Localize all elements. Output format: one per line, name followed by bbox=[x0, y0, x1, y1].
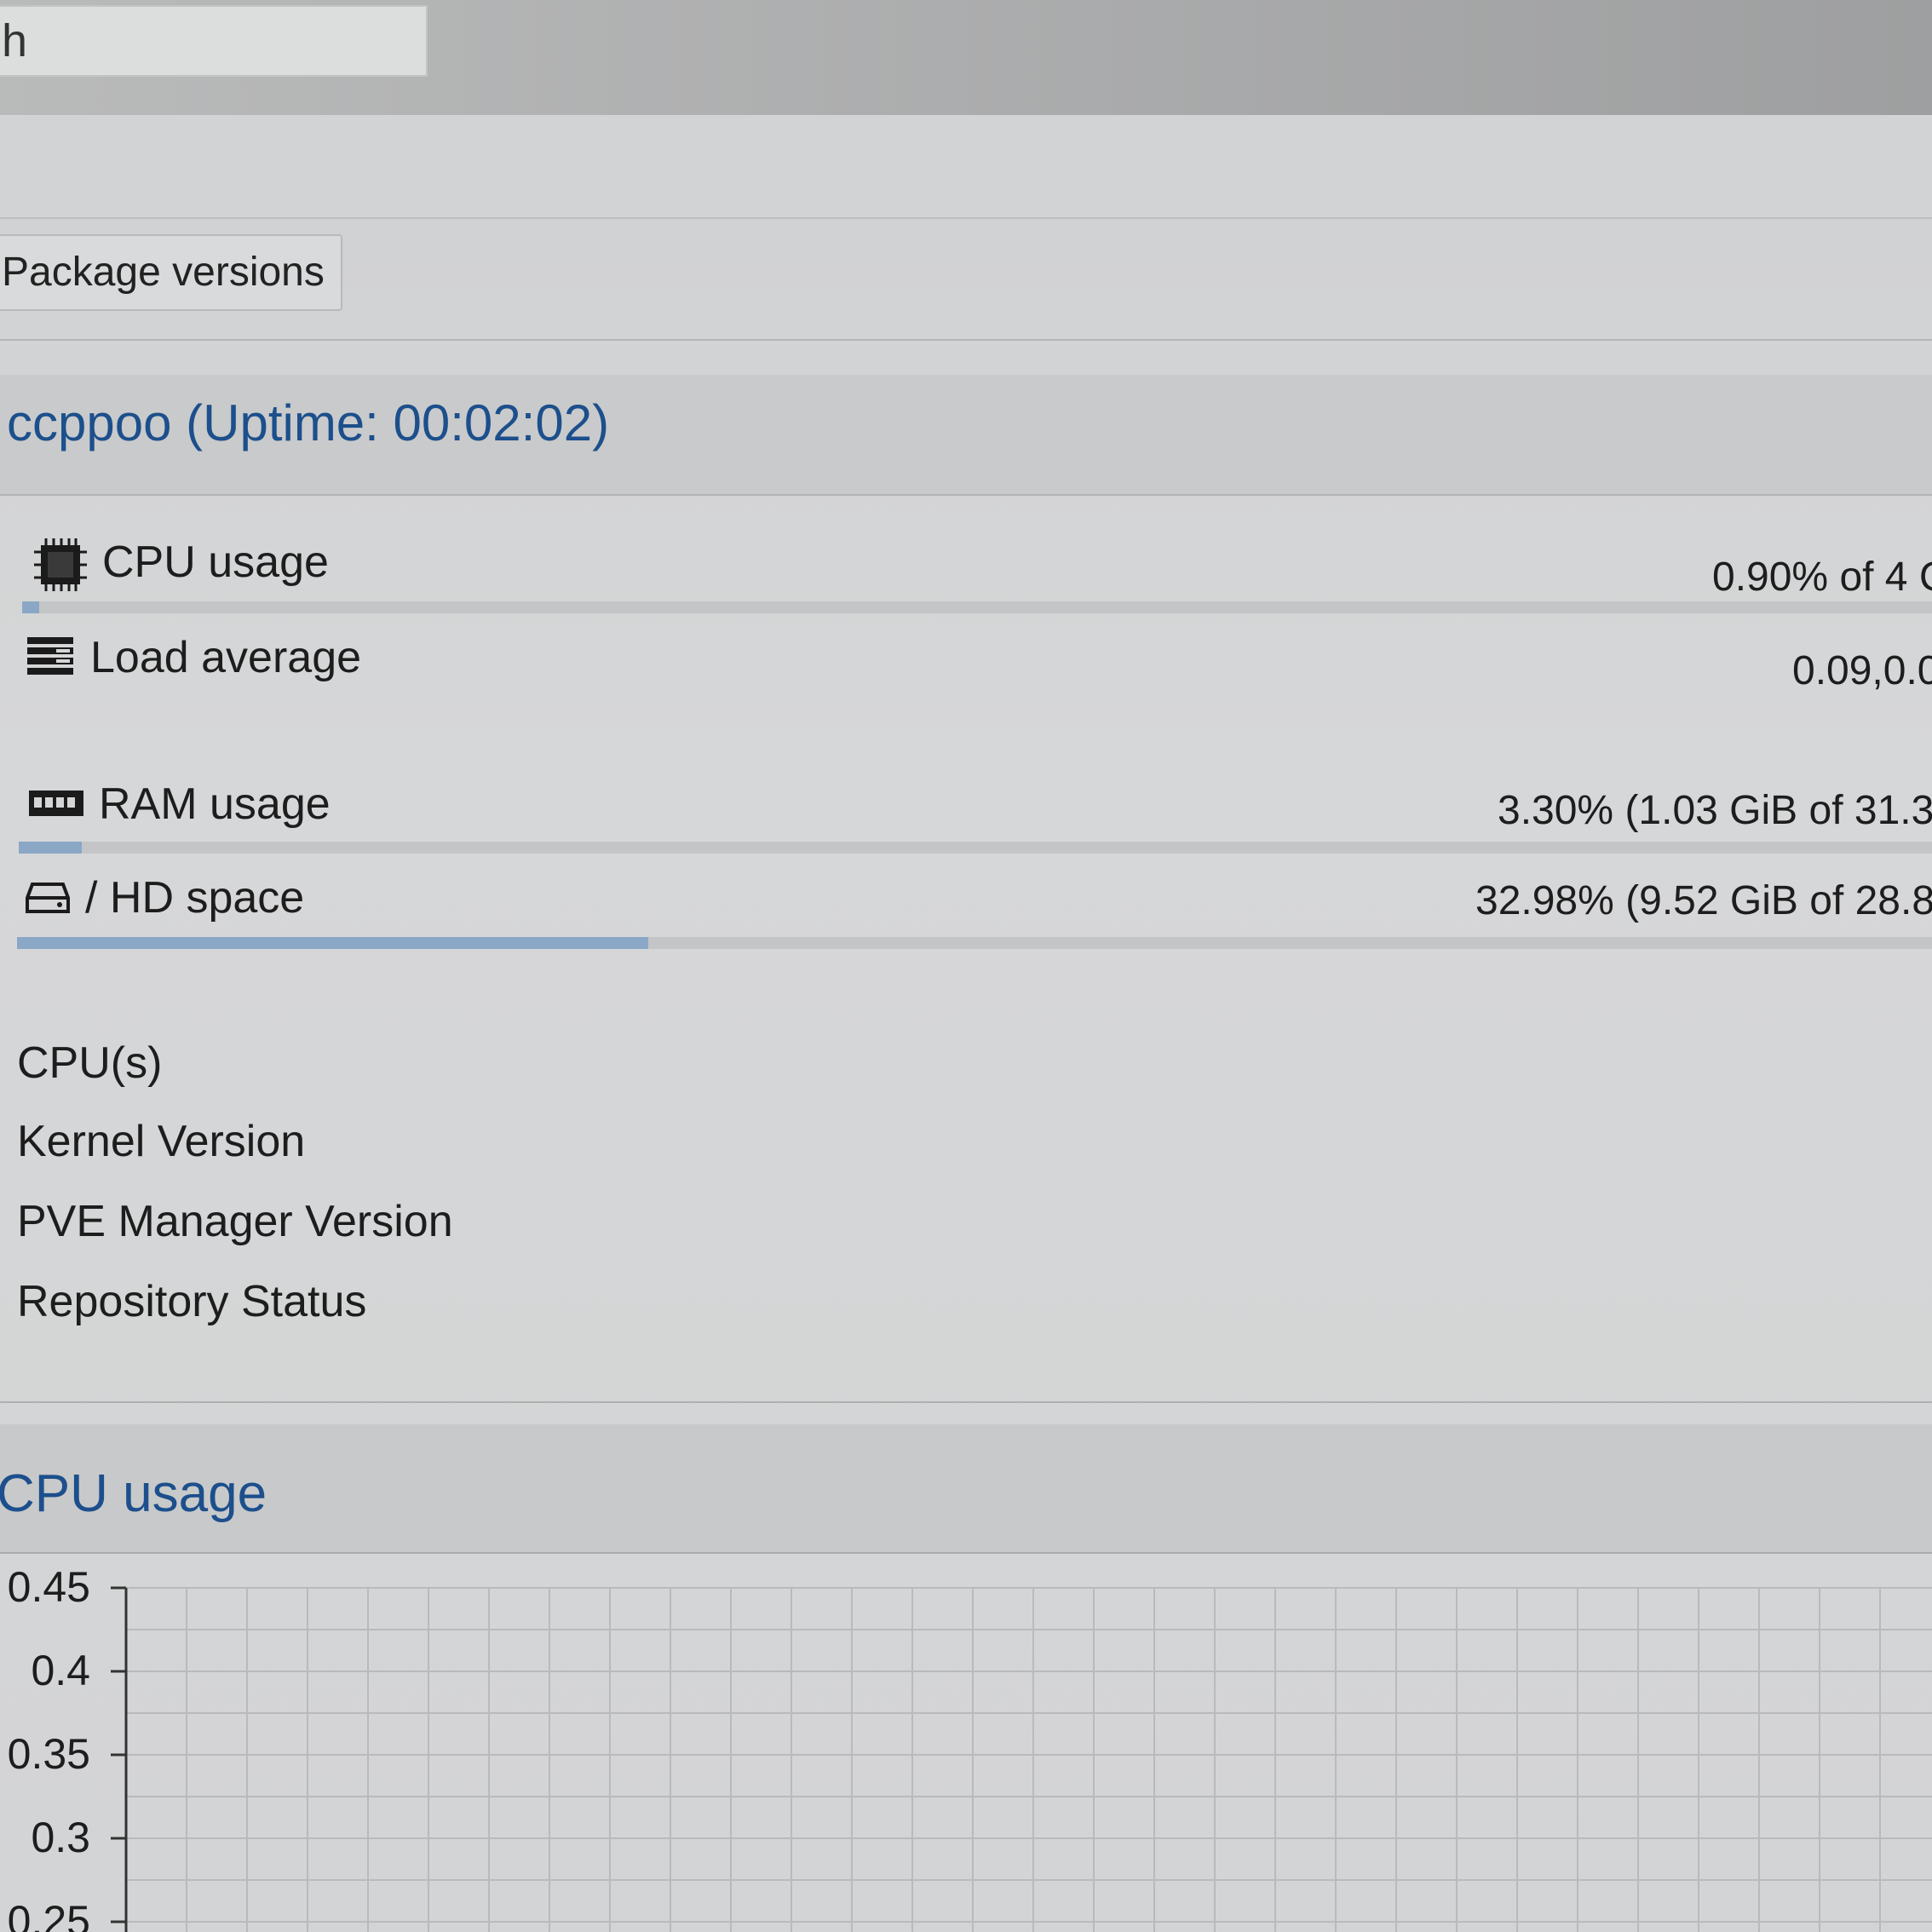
cpu-chart-header bbox=[0, 1424, 1932, 1554]
top-toolbar: h bbox=[0, 0, 1932, 117]
load-average-icon bbox=[27, 637, 73, 679]
search-input[interactable]: h bbox=[0, 5, 428, 77]
chart-y-tick-label: 0.25 bbox=[8, 1897, 90, 1932]
hd-space-value: 32.98% (9.52 GiB of 28.8 bbox=[1475, 878, 1932, 923]
package-versions-button[interactable]: Package versions bbox=[0, 234, 342, 311]
chart-y-tick-label: 0.4 bbox=[31, 1647, 90, 1694]
proxmox-node-summary: h Package versions ccppoo (Uptime: 00:02… bbox=[0, 0, 1932, 1932]
cpu-usage-bar bbox=[22, 601, 1932, 613]
ram-usage-bar bbox=[19, 842, 1932, 854]
ram-usage-bar-fill bbox=[19, 842, 83, 854]
info-cpus-label: CPU(s) bbox=[17, 1038, 163, 1088]
cpu-icon bbox=[32, 538, 89, 595]
cpu-usage-bar-fill bbox=[22, 601, 40, 613]
ram-icon bbox=[29, 791, 83, 824]
cpu-usage-label: CPU usage bbox=[102, 538, 329, 587]
chart-y-tick-label: 0.3 bbox=[31, 1814, 90, 1861]
cpu-chart-title: CPU usage bbox=[0, 1464, 267, 1523]
divider bbox=[0, 339, 1932, 341]
info-kernel-version-label: Kernel Version bbox=[17, 1117, 306, 1166]
cpu-usage-value: 0.90% of 4 C bbox=[1712, 555, 1932, 600]
hdd-icon bbox=[26, 883, 70, 919]
hd-space-bar-fill bbox=[17, 937, 649, 949]
divider bbox=[0, 1401, 1932, 1403]
ram-usage-value: 3.30% (1.03 GiB of 31.3 bbox=[1498, 788, 1932, 833]
hd-space-label: / HD space bbox=[85, 873, 305, 923]
toolbar-strip bbox=[0, 115, 1932, 219]
info-pve-manager-version-label: PVE Manager Version bbox=[17, 1197, 453, 1246]
hd-space-bar bbox=[17, 937, 1932, 949]
info-repository-status-label: Repository Status bbox=[17, 1277, 367, 1326]
load-average-value: 0.09,0.0 bbox=[1792, 648, 1932, 693]
chart-y-tick-label: 0.45 bbox=[8, 1567, 90, 1611]
ram-usage-label: RAM usage bbox=[99, 779, 331, 829]
load-average-label: Load average bbox=[90, 633, 362, 682]
cpu-usage-chart: 0.45 0.4 0.35 0.3 0.25 bbox=[0, 1563, 1932, 1932]
node-title: ccppoo (Uptime: 00:02:02) bbox=[7, 394, 610, 451]
chart-y-tick-label: 0.35 bbox=[8, 1730, 90, 1778]
